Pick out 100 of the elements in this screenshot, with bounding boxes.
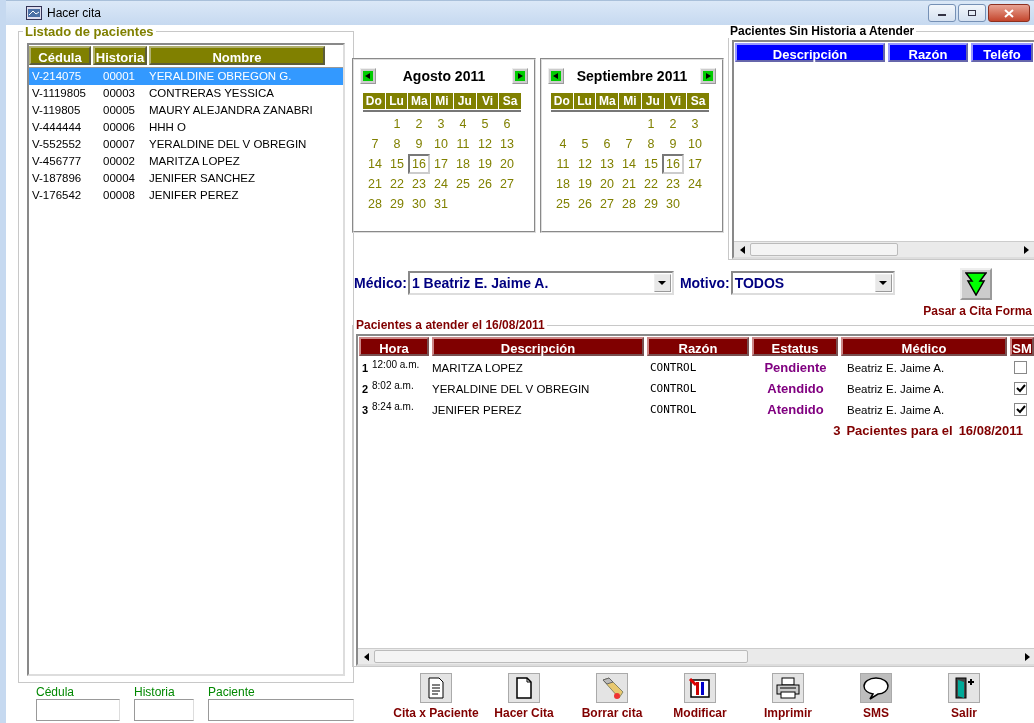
horizontal-scrollbar[interactable] [358,648,1034,664]
calendar-day[interactable]: 18 [452,154,474,174]
calendar-day[interactable]: 16 [408,154,430,174]
calendar-day[interactable]: 15 [386,154,408,174]
toolbar-button[interactable]: Modificar [656,673,744,723]
calendar-day[interactable]: 19 [474,154,496,174]
calendar-day[interactable]: 2 [408,114,430,134]
calendar-day[interactable]: 8 [386,134,408,154]
calendar-day[interactable]: 28 [364,194,386,214]
toolbar-button[interactable]: Cita x Paciente [392,673,480,723]
calendar-day[interactable]: 27 [496,174,518,194]
calendar-day[interactable]: 27 [596,194,618,214]
sms-checkbox[interactable] [1014,361,1027,374]
column-header[interactable]: Razón [647,337,749,356]
column-header[interactable]: Hora [359,337,429,356]
calendar-day[interactable]: 12 [474,134,496,154]
calendar-day[interactable]: 29 [386,194,408,214]
next-month-button[interactable] [512,68,528,84]
calendar-day[interactable]: 10 [430,134,452,154]
calendar-day[interactable]: 26 [474,174,496,194]
calendar-day[interactable]: 25 [552,194,574,214]
calendar-day[interactable]: 19 [574,174,596,194]
calendar-day[interactable]: 4 [552,134,574,154]
calendar-day[interactable]: 23 [662,174,684,194]
calendar-day[interactable]: 1 [640,114,662,134]
calendar-day[interactable]: 20 [496,154,518,174]
column-header[interactable]: Descripción [432,337,644,356]
calendar-day[interactable]: 5 [474,114,496,134]
calendar-day[interactable]: 17 [684,154,706,174]
close-button[interactable] [988,4,1030,22]
calendar-day[interactable]: 21 [364,174,386,194]
calendar-day[interactable]: 9 [662,134,684,154]
column-header[interactable]: SM [1010,337,1034,356]
calendar-day[interactable]: 16 [662,154,684,174]
column-header[interactable]: Razón [888,43,968,62]
scroll-left-icon[interactable] [739,245,745,254]
calendar-day[interactable]: 10 [684,134,706,154]
column-header[interactable]: Médico [841,337,1007,356]
calendar-day[interactable]: 2 [662,114,684,134]
patient-row[interactable]: V-444444 00006 HHH O [29,119,343,136]
patient-row[interactable]: V-187896 00004 JENIFER SANCHEZ [29,170,343,187]
calendar-day[interactable]: 30 [408,194,430,214]
scroll-left-icon[interactable] [363,652,369,661]
sms-checkbox[interactable] [1014,403,1027,416]
calendar-day[interactable]: 18 [552,174,574,194]
input-field[interactable] [36,699,120,721]
patient-row[interactable]: V-176542 00008 JENIFER PEREZ [29,187,343,204]
calendar-day[interactable]: 12 [574,154,596,174]
calendar-day[interactable]: 3 [684,114,706,134]
toolbar-button[interactable]: Salir [920,673,1008,723]
calendar-day[interactable]: 11 [452,134,474,154]
calendar-day[interactable]: 25 [452,174,474,194]
patient-row[interactable]: V-1119805 00003 CONTRERAS YESSICA [29,85,343,102]
horizontal-scrollbar[interactable] [734,241,1034,257]
column-header[interactable]: Descripción [735,43,885,62]
column-header[interactable]: Cédula [29,46,91,65]
patient-row[interactable]: V-552552 00007 YERALDINE DEL V OBREGIN [29,136,343,153]
calendar-day[interactable]: 23 [408,174,430,194]
patient-row[interactable]: V-456777 00002 MARITZA LOPEZ [29,153,343,170]
column-header[interactable]: Teléfo [971,43,1033,62]
column-header[interactable]: Estatus [752,337,838,356]
calendar-day[interactable]: 29 [640,194,662,214]
calendar-day[interactable]: 7 [364,134,386,154]
calendar-day[interactable]: 6 [596,134,618,154]
calendar-day[interactable]: 4 [452,114,474,134]
reason-dropdown[interactable]: TODOS [730,271,895,295]
minimize-button[interactable] [928,4,956,22]
toolbar-button[interactable]: Hacer Cita [480,673,568,723]
column-header[interactable]: Historia [93,46,147,65]
calendar-day[interactable]: 6 [496,114,518,134]
transfer-button[interactable] [960,268,992,300]
input-field[interactable] [208,699,354,721]
calendar-day[interactable]: 24 [430,174,452,194]
calendar-day[interactable]: 30 [662,194,684,214]
calendar-day[interactable]: 21 [618,174,640,194]
calendar-day[interactable]: 9 [408,134,430,154]
calendar-day[interactable]: 14 [618,154,640,174]
calendar-day[interactable]: 31 [430,194,452,214]
calendar-day[interactable]: 7 [618,134,640,154]
calendar-day[interactable]: 14 [364,154,386,174]
sms-checkbox[interactable] [1014,382,1027,395]
next-month-button[interactable] [700,68,716,84]
toolbar-button[interactable]: Borrar cita [568,673,656,723]
calendar-day[interactable]: 22 [386,174,408,194]
calendar-day[interactable]: 5 [574,134,596,154]
calendar-day[interactable]: 11 [552,154,574,174]
column-header[interactable]: Nombre [149,46,325,65]
calendar-day[interactable]: 24 [684,174,706,194]
calendar-day[interactable]: 28 [618,194,640,214]
input-field[interactable] [134,699,194,721]
calendar-day[interactable]: 20 [596,174,618,194]
scroll-right-icon[interactable] [1023,245,1029,254]
calendar-day[interactable]: 17 [430,154,452,174]
calendar-day[interactable]: 13 [496,134,518,154]
calendar-day[interactable]: 3 [430,114,452,134]
dropdown-arrow-icon[interactable] [658,281,667,285]
previous-month-button[interactable] [548,68,564,84]
calendar-day[interactable]: 8 [640,134,662,154]
calendar-day[interactable]: 13 [596,154,618,174]
dropdown-arrow-icon[interactable] [879,281,888,285]
